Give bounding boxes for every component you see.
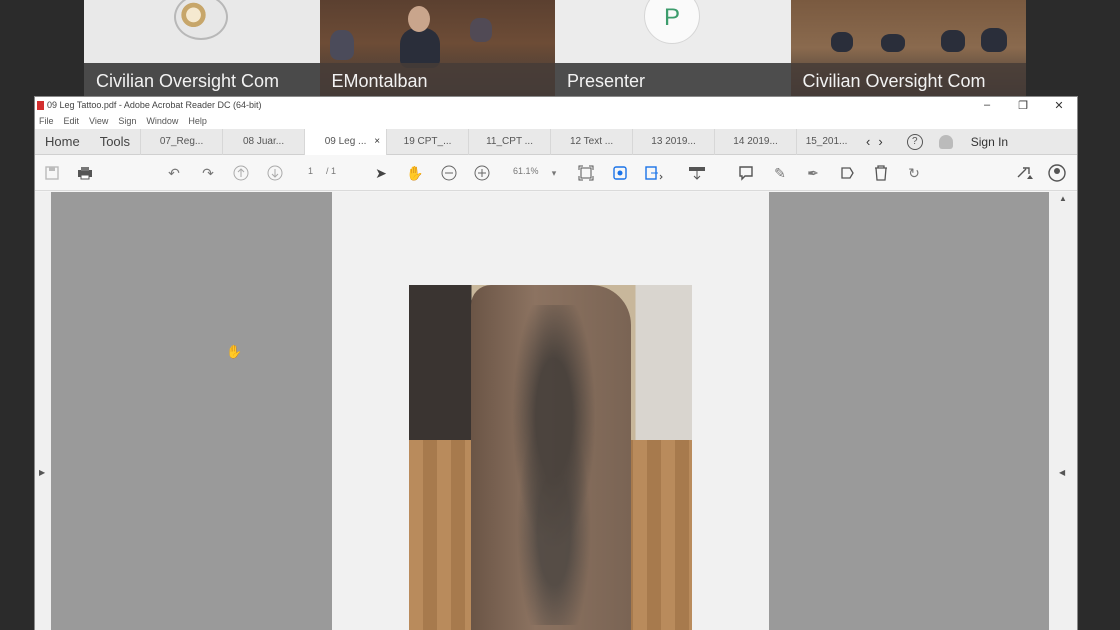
menu-view[interactable]: View bbox=[89, 116, 108, 126]
close-tab-icon[interactable]: × bbox=[374, 129, 380, 155]
restore-button[interactable]: ❐ bbox=[1005, 99, 1041, 112]
document-tab[interactable]: 19 CPT_... bbox=[386, 128, 468, 155]
close-window-button[interactable]: ✕ bbox=[1041, 99, 1077, 112]
delete-icon[interactable] bbox=[872, 164, 890, 182]
left-panel-rail[interactable]: ▶ bbox=[35, 192, 51, 630]
speaker-figure bbox=[399, 28, 440, 68]
menu-help[interactable]: Help bbox=[188, 116, 207, 126]
document-tab[interactable]: 15_201... bbox=[796, 128, 856, 155]
audience-figure bbox=[469, 18, 492, 42]
city-seal-icon bbox=[174, 0, 228, 40]
notification-bell-icon[interactable] bbox=[938, 134, 953, 149]
stamp-icon[interactable] bbox=[838, 164, 856, 182]
redo-icon[interactable]: ↷ bbox=[199, 164, 217, 182]
tools-tab[interactable]: Tools bbox=[90, 134, 140, 149]
document-tab-bar: Home Tools 07_Reg... 08 Juar... 09 Leg .… bbox=[35, 128, 1077, 155]
tattoo-image bbox=[489, 305, 619, 625]
leg-tattoo-photo bbox=[409, 285, 692, 630]
undo-icon[interactable]: ↶ bbox=[165, 164, 183, 182]
right-panel-rail[interactable]: ◀ ▲ bbox=[1049, 192, 1077, 630]
document-tab[interactable]: 11_CPT ... bbox=[468, 128, 550, 155]
page-up-icon[interactable] bbox=[232, 164, 250, 182]
window-title: 09 Leg Tattoo.pdf - Adobe Acrobat Reader… bbox=[47, 100, 262, 110]
rotate-icon[interactable]: ↻ bbox=[905, 164, 923, 182]
commissioner-figure bbox=[880, 34, 905, 52]
commissioner-figure bbox=[830, 32, 853, 52]
document-tab[interactable]: 07_Reg... bbox=[140, 128, 222, 155]
fit-page-icon[interactable] bbox=[577, 164, 595, 182]
participant-tile-emontalban[interactable]: EMontalban bbox=[319, 0, 555, 96]
video-gallery: Civilian Oversight Com EMontalban P Pres… bbox=[84, 0, 1026, 96]
hand-cursor-icon: ✋ bbox=[226, 344, 243, 359]
document-tab-active[interactable]: 09 Leg ... × bbox=[304, 128, 387, 155]
participant-name: Civilian Oversight Com bbox=[802, 71, 986, 91]
window-controls: – ❐ ✕ bbox=[969, 99, 1077, 112]
commissioner-figure bbox=[980, 28, 1007, 52]
minimize-button[interactable]: – bbox=[969, 99, 1005, 112]
redact-icon[interactable] bbox=[688, 164, 706, 182]
page-number-input[interactable]: 1 bbox=[308, 166, 313, 176]
participant-tile-civilian-oversight-1[interactable]: Civilian Oversight Com bbox=[84, 0, 320, 96]
chevron-left-icon[interactable]: ‹ bbox=[866, 134, 870, 149]
menu-bar: File Edit View Sign Window Help bbox=[35, 113, 1077, 129]
sign-in-button[interactable]: Sign In bbox=[971, 135, 1008, 149]
participant-tile-civilian-oversight-2[interactable]: Civilian Oversight Com bbox=[790, 0, 1026, 96]
expand-right-panel-icon[interactable]: ◀ bbox=[1059, 468, 1065, 477]
zoom-out-icon[interactable] bbox=[440, 164, 458, 182]
title-bar: 09 Leg Tattoo.pdf - Adobe Acrobat Reader… bbox=[35, 97, 1077, 113]
share-link-icon[interactable] bbox=[1016, 164, 1034, 182]
menu-window[interactable]: Window bbox=[146, 116, 178, 126]
select-arrow-icon[interactable]: ➤ bbox=[372, 164, 390, 182]
presenter-avatar: P bbox=[644, 0, 700, 44]
tab-scroll-arrows: ‹ › bbox=[856, 134, 893, 149]
home-tab[interactable]: Home bbox=[35, 134, 90, 149]
document-tab[interactable]: 08 Juar... bbox=[222, 128, 304, 155]
page-total: / 1 bbox=[326, 166, 337, 176]
expand-left-panel-icon[interactable]: ▶ bbox=[39, 468, 45, 477]
document-tab[interactable]: 13 2019... bbox=[632, 128, 714, 155]
help-icon[interactable]: ? bbox=[906, 133, 923, 150]
speaker-head bbox=[407, 6, 430, 32]
participant-name: Presenter bbox=[567, 71, 646, 91]
print-icon[interactable] bbox=[76, 164, 94, 182]
chevron-down-icon[interactable]: ▾ bbox=[545, 164, 563, 182]
toolbar: ↶ ↷ 1 / 1 ➤ ✋ 61.1% ▾ ✎ ✒ ↻ bbox=[35, 155, 1077, 191]
comment-icon[interactable] bbox=[737, 164, 755, 182]
document-tab[interactable]: 12 Text ... bbox=[550, 128, 632, 155]
pdf-file-icon bbox=[37, 100, 44, 110]
pdf-page[interactable] bbox=[332, 192, 769, 630]
audience-figure bbox=[329, 30, 354, 60]
scroll-up-icon[interactable]: ▲ bbox=[1059, 194, 1067, 203]
zoom-in-icon[interactable] bbox=[473, 164, 491, 182]
menu-edit[interactable]: Edit bbox=[64, 116, 80, 126]
zoom-level-select[interactable]: 61.1% bbox=[513, 166, 539, 176]
sign-icon[interactable]: ✒ bbox=[804, 164, 822, 182]
chevron-right-icon[interactable]: › bbox=[878, 134, 882, 149]
export-icon[interactable] bbox=[645, 164, 663, 182]
hand-icon[interactable]: ✋ bbox=[406, 164, 424, 182]
save-icon[interactable] bbox=[43, 164, 61, 182]
document-workspace[interactable]: ▶ ◀ ▲ ✋ bbox=[35, 192, 1077, 630]
document-tab[interactable]: 14 2019... bbox=[714, 128, 796, 155]
menu-sign[interactable]: Sign bbox=[118, 116, 136, 126]
highlight-icon[interactable]: ✎ bbox=[771, 164, 789, 182]
document-tab-label: 09 Leg ... bbox=[324, 135, 367, 147]
menu-file[interactable]: File bbox=[39, 116, 54, 126]
participant-name: Civilian Oversight Com bbox=[96, 71, 280, 91]
participant-name: EMontalban bbox=[331, 71, 428, 91]
account-icon[interactable] bbox=[1048, 164, 1066, 182]
participant-tile-presenter[interactable]: P Presenter bbox=[555, 0, 791, 96]
acrobat-window: 09 Leg Tattoo.pdf - Adobe Acrobat Reader… bbox=[34, 96, 1078, 630]
scan-icon[interactable] bbox=[611, 164, 629, 182]
page-down-icon[interactable] bbox=[266, 164, 284, 182]
commissioner-figure bbox=[940, 30, 965, 52]
